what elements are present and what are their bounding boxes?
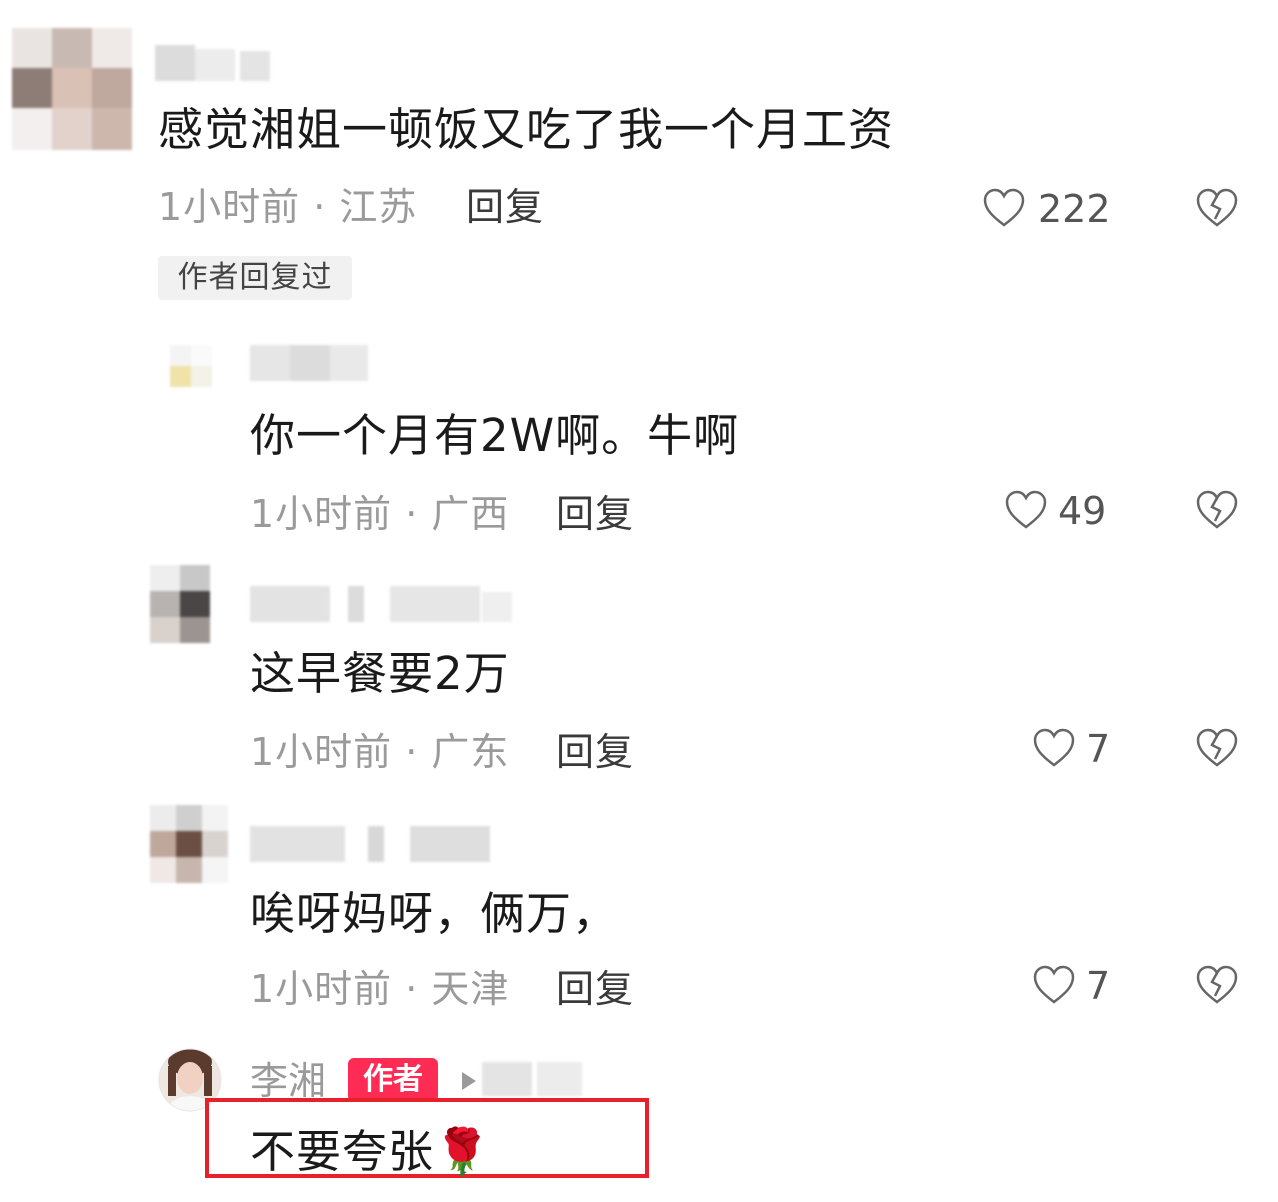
heart-outline-icon[interactable] xyxy=(1032,965,1076,1005)
reply-button[interactable]: 回复 xyxy=(556,730,634,774)
comment-meta: 1小时前 · 广东 xyxy=(250,730,510,774)
comment-text: 感觉湘姐一顿饭又吃了我一个月工资 xyxy=(158,103,895,156)
broken-heart-icon[interactable] xyxy=(1195,490,1239,530)
comment-text: 这早餐要2万 xyxy=(250,647,510,700)
like-count: 222 xyxy=(1038,187,1111,231)
username-blurred[interactable] xyxy=(482,1062,582,1096)
like-count: 7 xyxy=(1086,964,1111,1008)
reply-button[interactable]: 回复 xyxy=(556,967,634,1011)
author-tag: 作者 xyxy=(348,1058,438,1102)
avatar[interactable] xyxy=(170,345,212,387)
reply-text: 不要夸张 xyxy=(250,1125,435,1178)
rose-icon: 🌹 xyxy=(434,1125,492,1178)
heart-outline-icon[interactable] xyxy=(982,188,1026,228)
comment-meta: 1小时前 · 江苏 xyxy=(158,185,418,229)
comment-text: 你一个月有2W啊。牛啊 xyxy=(250,409,740,462)
comment-meta: 1小时前 · 天津 xyxy=(250,967,510,1011)
comment-meta: 1小时前 · 广西 xyxy=(250,492,510,536)
author-replied-badge[interactable]: 作者回复过 xyxy=(158,256,352,300)
heart-outline-icon[interactable] xyxy=(1004,490,1048,530)
like-count: 49 xyxy=(1058,489,1107,533)
avatar[interactable] xyxy=(150,565,210,643)
comment-text: 唉呀妈呀，俩万， xyxy=(250,887,619,940)
like-count: 7 xyxy=(1086,727,1111,771)
username-blurred[interactable] xyxy=(250,345,368,381)
author-reply-text: 不要夸张🌹 xyxy=(250,1124,491,1180)
avatar[interactable] xyxy=(12,28,132,150)
avatar[interactable] xyxy=(150,805,228,883)
broken-heart-icon[interactable] xyxy=(1195,188,1239,228)
play-triangle-icon xyxy=(462,1072,476,1090)
username-blurred[interactable] xyxy=(250,586,512,622)
username-blurred[interactable] xyxy=(155,45,290,81)
heart-outline-icon[interactable] xyxy=(1032,728,1076,768)
broken-heart-icon[interactable] xyxy=(1195,728,1239,768)
reply-button[interactable]: 回复 xyxy=(466,185,544,229)
broken-heart-icon[interactable] xyxy=(1195,965,1239,1005)
username-blurred[interactable] xyxy=(250,826,490,862)
reply-button[interactable]: 回复 xyxy=(556,492,634,536)
